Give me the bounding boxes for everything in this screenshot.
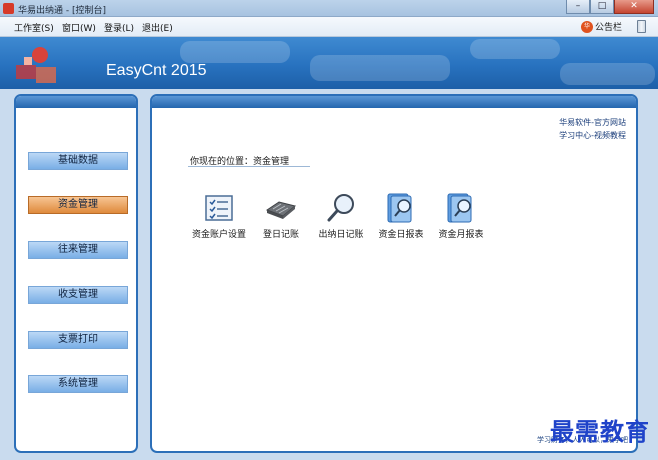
minimize-button[interactable]: – bbox=[566, 0, 590, 14]
sidebar-panel: 基础数据 资金管理 往来管理 收支管理 支票打印 系统管理 bbox=[14, 94, 138, 453]
main-header bbox=[152, 96, 636, 108]
function-label: 资金月报表 bbox=[438, 230, 484, 240]
function-label: 登日记账 bbox=[262, 230, 299, 240]
function-label: 资金日报表 bbox=[378, 230, 424, 240]
function-daily-report[interactable]: 资金日报表 bbox=[368, 192, 434, 240]
function-journal-entry[interactable]: 登日记账 bbox=[248, 192, 314, 240]
notice-badge-icon: 华 bbox=[580, 20, 593, 33]
journal-keyboard-icon bbox=[265, 192, 297, 224]
function-cashier-journal[interactable]: 出纳日记账 bbox=[308, 192, 374, 240]
app-icon bbox=[3, 3, 14, 14]
sidebar-item-income-expense[interactable]: 收支管理 bbox=[28, 286, 128, 304]
function-label: 资金账户设置 bbox=[191, 230, 246, 240]
title-bar: 华易出纳通 - [控制台] – □ ✕ bbox=[0, 0, 658, 17]
menu-workroom[interactable]: 工作室(S) bbox=[14, 21, 54, 34]
sidebar-item-system[interactable]: 系统管理 bbox=[28, 375, 128, 393]
official-site-link[interactable]: 华易软件-官方网站 bbox=[559, 116, 626, 129]
function-label: 出纳日记账 bbox=[318, 230, 364, 240]
window-title: 华易出纳通 - [控制台] bbox=[18, 6, 106, 16]
menu-login[interactable]: 登录(L) bbox=[104, 21, 134, 34]
close-button[interactable]: ✕ bbox=[614, 0, 654, 14]
account-settings-icon bbox=[203, 192, 235, 224]
menu-window[interactable]: 窗口(W) bbox=[62, 21, 96, 34]
menu-exit[interactable]: 退出(E) bbox=[142, 21, 173, 34]
function-account-settings[interactable]: 资金账户设置 bbox=[186, 192, 252, 240]
notice-label: 公告栏 bbox=[594, 23, 622, 33]
menu-bar: 工作室(S) 窗口(W) 登录(L) 退出(E) 华 公告栏 bbox=[0, 17, 658, 37]
function-monthly-report[interactable]: 资金月报表 bbox=[428, 192, 494, 240]
logo-icon bbox=[16, 47, 56, 83]
magnifier-icon bbox=[325, 192, 357, 224]
video-tutorial-link[interactable]: 学习中心-视频教程 bbox=[559, 129, 626, 142]
sidebar-item-check-print[interactable]: 支票打印 bbox=[28, 331, 128, 349]
app-banner: EasyCnt 2015 bbox=[0, 37, 658, 89]
sidebar-item-fund-management[interactable]: 资金管理 bbox=[28, 196, 128, 214]
sidebar-item-accounts[interactable]: 往来管理 bbox=[28, 241, 128, 259]
monthly-report-icon bbox=[445, 192, 477, 224]
sidebar-item-basic-data[interactable]: 基础数据 bbox=[28, 152, 128, 170]
maximize-button[interactable]: □ bbox=[590, 0, 614, 14]
app-name: EasyCnt 2015 bbox=[106, 62, 207, 79]
main-panel: 华易软件-官方网站 学习中心-视频教程 你现在的位置：资金管理 资金账户设置 登… bbox=[150, 94, 638, 453]
trash-icon[interactable] bbox=[637, 20, 646, 33]
daily-report-icon bbox=[385, 192, 417, 224]
notice-board-button[interactable]: 华 公告栏 bbox=[580, 20, 622, 33]
watermark-text: 最需教育 bbox=[550, 417, 650, 446]
sidebar-header bbox=[16, 96, 136, 108]
